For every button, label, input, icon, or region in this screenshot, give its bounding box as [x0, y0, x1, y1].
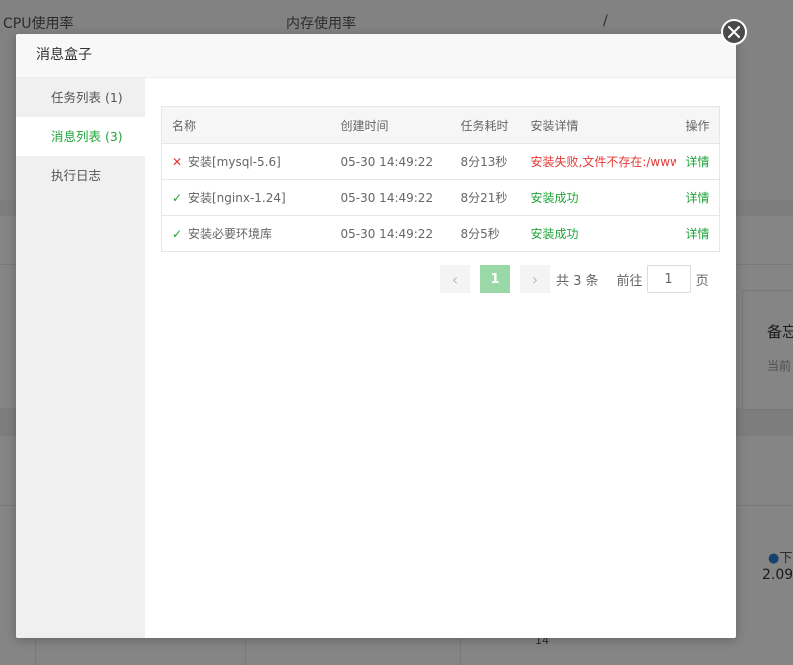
close-icon	[728, 26, 740, 38]
table-row: ✓ 安装必要环境库 05-30 14:49:22 8分5秒 安装成功 详情	[162, 216, 720, 252]
duration-cell: 8分21秒	[450, 179, 521, 216]
message-list-panel: 名称 创建时间 任务耗时 安装详情 操作 ✕ 安装[mysql-5.6] 05-3…	[161, 106, 720, 293]
install-detail-cell: 安装成功	[520, 179, 676, 216]
detail-link[interactable]: 详情	[686, 191, 710, 205]
column-header-duration: 任务耗时	[450, 106, 521, 144]
message-box-dialog: 消息盒子 任务列表 (1) 消息列表 (3) 执行日志 名称 创建时间 任务耗时…	[16, 34, 736, 638]
duration-cell: 8分5秒	[460, 227, 500, 241]
detail-link[interactable]: 详情	[686, 227, 710, 241]
message-table: 名称 创建时间 任务耗时 安装详情 操作 ✕ 安装[mysql-5.6] 05-3…	[161, 106, 720, 252]
page-number-current[interactable]: 1	[480, 265, 510, 293]
created-time-cell: 05-30 14:49:22	[340, 226, 434, 241]
action-cell: 详情	[676, 216, 720, 252]
success-check-icon: ✓	[172, 191, 183, 205]
column-header-action: 操作	[675, 106, 720, 144]
sidebar: 任务列表 (1) 消息列表 (3) 执行日志	[16, 78, 145, 638]
table-header-row: 名称 创建时间 任务耗时 安装详情 操作	[161, 106, 720, 144]
task-name-cell: ✓ 安装[nginx-1.24]	[161, 179, 331, 216]
sidebar-item-execution-log[interactable]: 执行日志	[16, 156, 145, 195]
success-check-icon: ✓	[172, 227, 183, 241]
table-row: ✓ 安装[nginx-1.24] 05-30 14:49:22 8分21秒 安装成…	[161, 179, 720, 216]
action-cell: 详情	[675, 143, 720, 180]
task-name-cell: ✓ 安装必要环境库	[172, 227, 273, 241]
dialog-title: 消息盒子	[16, 34, 736, 78]
table-row: ✕ 安装[mysql-5.6] 05-30 14:49:22 8分13秒 安装失败…	[161, 143, 720, 180]
total-count: 共 3 条	[556, 273, 599, 289]
dialog-body: 任务列表 (1) 消息列表 (3) 执行日志 名称 创建时间 任务耗时 安装详情…	[16, 78, 736, 638]
column-header-install-detail: 安装详情	[520, 106, 676, 144]
sidebar-item-task-list[interactable]: 任务列表 (1)	[16, 78, 145, 117]
fail-x-icon: ✕	[172, 155, 183, 169]
duration-cell: 8分13秒	[450, 143, 521, 180]
action-cell: 详情	[675, 179, 720, 216]
task-name-cell: ✕ 安装[mysql-5.6]	[161, 143, 331, 180]
goto-page-input[interactable]	[646, 265, 691, 293]
sidebar-item-message-list[interactable]: 消息列表 (3)	[16, 117, 145, 156]
created-time-cell: 05-30 14:49:22	[330, 143, 451, 180]
prev-page-button[interactable]: ‹	[440, 265, 470, 293]
column-header-name: 名称	[161, 106, 331, 144]
next-page-button[interactable]: ›	[520, 265, 550, 293]
close-dialog-button[interactable]	[721, 19, 747, 45]
created-time-cell: 05-30 14:49:22	[330, 179, 451, 216]
page-unit-label: 页	[695, 273, 709, 289]
detail-link[interactable]: 详情	[686, 155, 710, 169]
install-detail-cell: 安装成功	[530, 227, 579, 241]
install-detail-cell: 安装失败,文件不存在:/www/server/panel/install/	[520, 143, 676, 180]
goto-label: 前往	[616, 273, 643, 289]
column-header-created-time: 创建时间	[330, 106, 451, 144]
pagination: ‹ 1 › 共 3 条 前往 页	[440, 264, 709, 294]
